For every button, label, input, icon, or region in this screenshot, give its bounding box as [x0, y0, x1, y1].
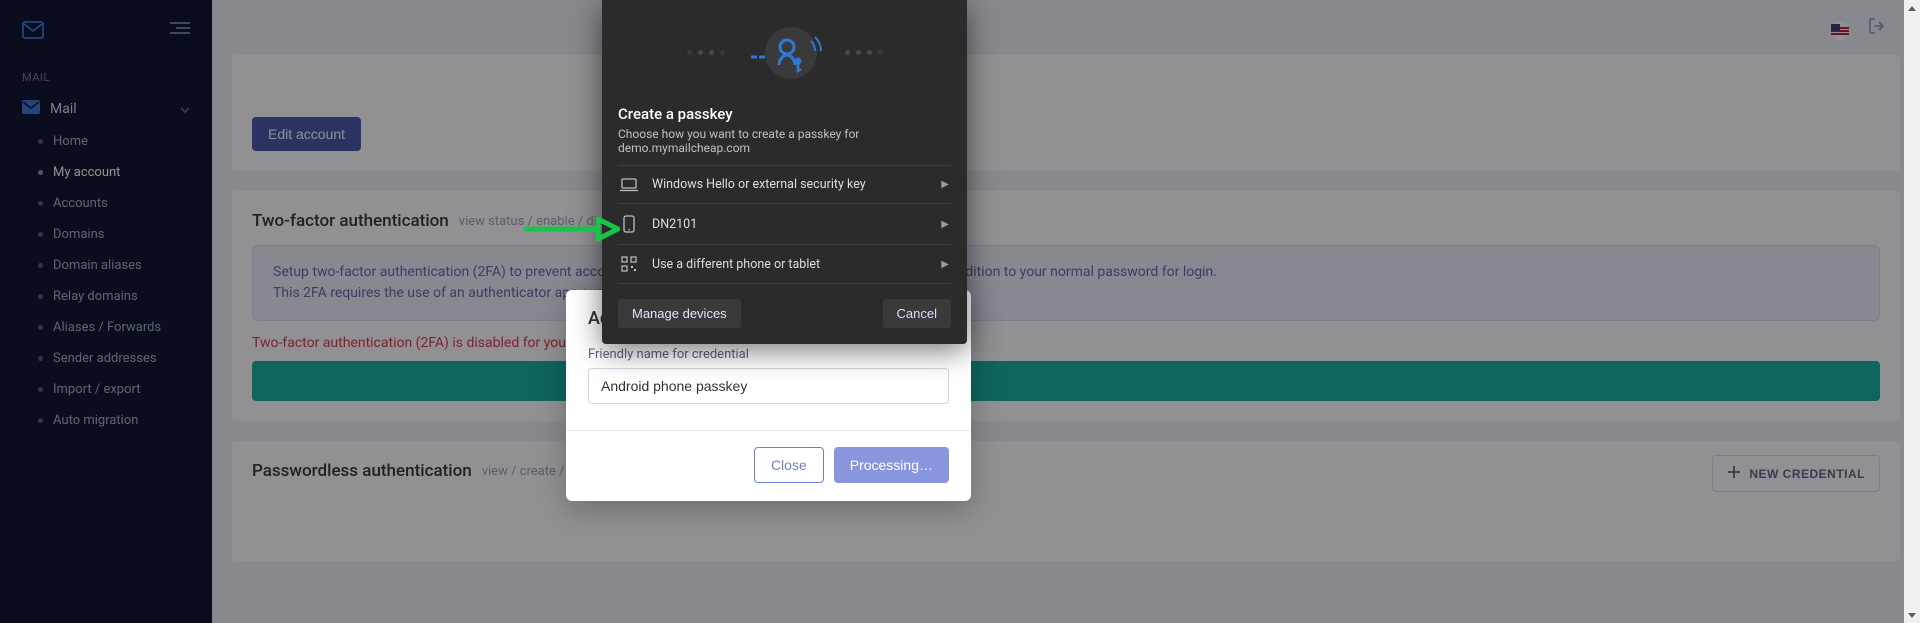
cancel-button[interactable]: Cancel [883, 299, 951, 328]
friendly-name-input[interactable] [588, 368, 949, 404]
passkey-title: Create a passkey [618, 105, 951, 123]
passkey-footer: Manage devices Cancel [602, 285, 967, 344]
passkey-option-label: Windows Hello or external security key [652, 177, 866, 192]
add-credential-footer: Close Processing… [588, 447, 949, 483]
friendly-name-label: Friendly name for credential [588, 347, 949, 362]
passkey-option-label: DN2101 [652, 217, 697, 232]
modal-divider [566, 430, 971, 431]
passkey-option-device-dn2101[interactable]: DN2101 ▶ [618, 203, 951, 244]
manage-devices-button[interactable]: Manage devices [618, 299, 741, 328]
annotation-arrow [520, 214, 620, 248]
scroll-down-button[interactable] [1904, 607, 1920, 623]
passkey-subtitle: Choose how you want to create a passkey … [618, 127, 951, 155]
chevron-right-icon: ▶ [941, 259, 949, 270]
passkey-dialog: Create a passkey Choose how you want to … [602, 0, 967, 344]
chevron-right-icon: ▶ [941, 219, 949, 230]
scroll-up-button[interactable] [1904, 0, 1920, 16]
passkey-body: Create a passkey Choose how you want to … [602, 105, 967, 284]
close-button[interactable]: Close [754, 447, 824, 483]
processing-button[interactable]: Processing… [834, 447, 949, 483]
laptop-icon [620, 178, 638, 192]
passkey-option-different-device[interactable]: Use a different phone or tablet ▶ [618, 244, 951, 284]
qr-icon [620, 256, 638, 272]
phone-icon [620, 215, 638, 233]
passkey-illustration [602, 0, 967, 105]
page-scrollbar[interactable] [1904, 0, 1920, 623]
passkey-option-windows-hello[interactable]: Windows Hello or external security key ▶ [618, 165, 951, 203]
passkey-option-label: Use a different phone or tablet [652, 257, 820, 272]
chevron-right-icon: ▶ [941, 179, 949, 190]
